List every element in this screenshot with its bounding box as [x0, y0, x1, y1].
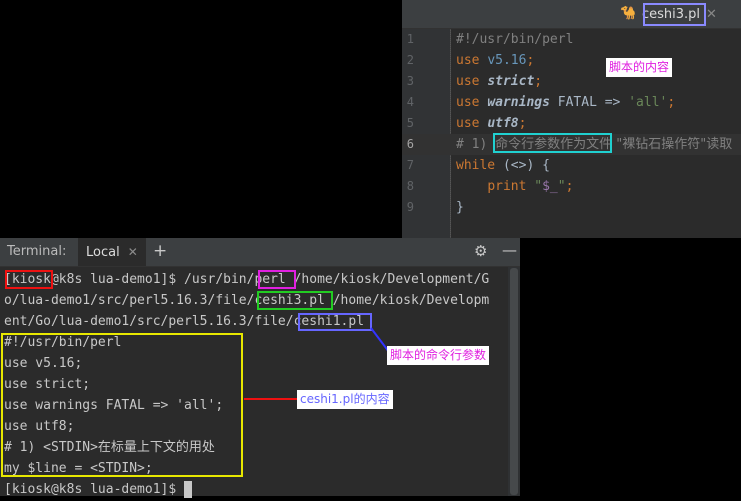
annotation-script-content: 脚本的内容	[606, 58, 673, 77]
annotation-script-args: 脚本的命令行参数	[387, 346, 490, 365]
annotation-ceshi1-content: ceshi1.pl的内容	[297, 390, 393, 409]
